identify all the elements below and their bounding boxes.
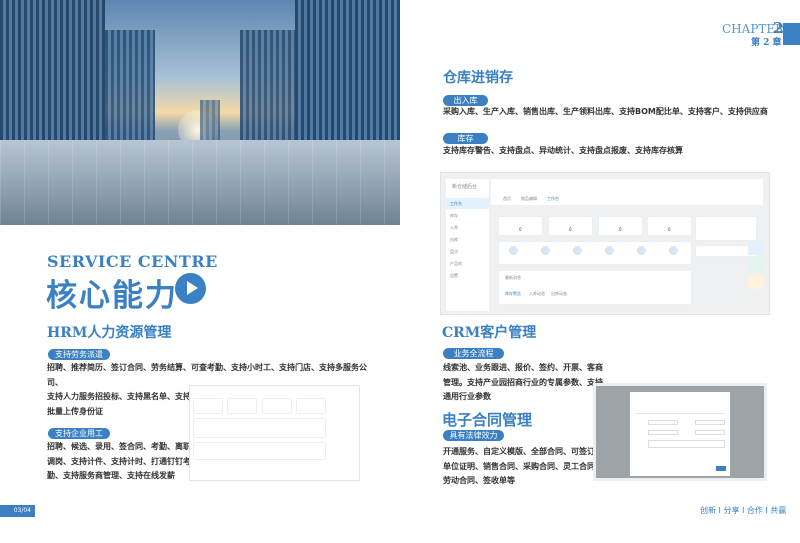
hero-cn: 核心能力 [46, 278, 178, 314]
hrm-screenshot [189, 385, 360, 481]
text-line: 线索池、业务跟进、报价、签约、开票、客商 [443, 363, 603, 372]
text-line: 劳动合同、签收单等 [443, 476, 515, 485]
warehouse-title: 仓库进销存 [443, 70, 513, 86]
slogan: 创新 I 分享 I 合作 I 共赢 [700, 506, 787, 515]
text-line: 通用行业参数 [443, 392, 491, 401]
text-line: 调岗、支持计件、支持计时、打通钉钉考 [47, 456, 191, 466]
chapter-cn: 第 2 章 [751, 38, 782, 48]
text-line: 开通服务、自定义模版、全部合同、可签订 [443, 447, 595, 456]
chapter-block [783, 23, 800, 45]
contract-title: 电子合同管理 [442, 411, 533, 429]
warehouse-tag-2: 库存 [443, 133, 488, 144]
contract-tag: 具有法律效力 [443, 430, 504, 441]
text-line: 招聘、候选、录用、签合同、考勤、离职 [47, 442, 191, 451]
text-line: 勤、支持服务商管理、支持在线发薪 [47, 471, 175, 480]
hrm-tag-2: 支持企业用工 [48, 428, 110, 439]
text-line: 采购入库、生产入库、销售出库、生产领料出库、支持BOM配比单、支持客户、支持供应… [443, 107, 768, 116]
text-line: 单位证明、销售合同、采购合同、灵工合同 [443, 461, 595, 471]
play-icon[interactable] [175, 273, 206, 304]
text-line: 管理。支持产业园招商行业的专属参数、支持 [443, 377, 603, 387]
crm-tag: 业务全流程 [443, 348, 504, 359]
hrm-title: HRM人力资源管理 [47, 325, 172, 341]
crm-screenshot [593, 383, 767, 481]
city-building-photo [0, 0, 400, 225]
crm-title: CRM客户管理 [442, 325, 537, 341]
text-line: 支持库存警告、支持盘点、异动统计、支持盘点报废、支持库存核算 [443, 146, 683, 155]
warehouse-screenshot: 新仓储后台 工作台 库存 入库 出库 盘点 产品库 设置 首页 物品编辑 工作台… [440, 172, 770, 315]
hrm-tag-1: 支持劳务派遣 [48, 349, 110, 360]
hero-en: SERVICE CENTRE [47, 252, 218, 271]
page-number: 03/04 [0, 505, 35, 517]
